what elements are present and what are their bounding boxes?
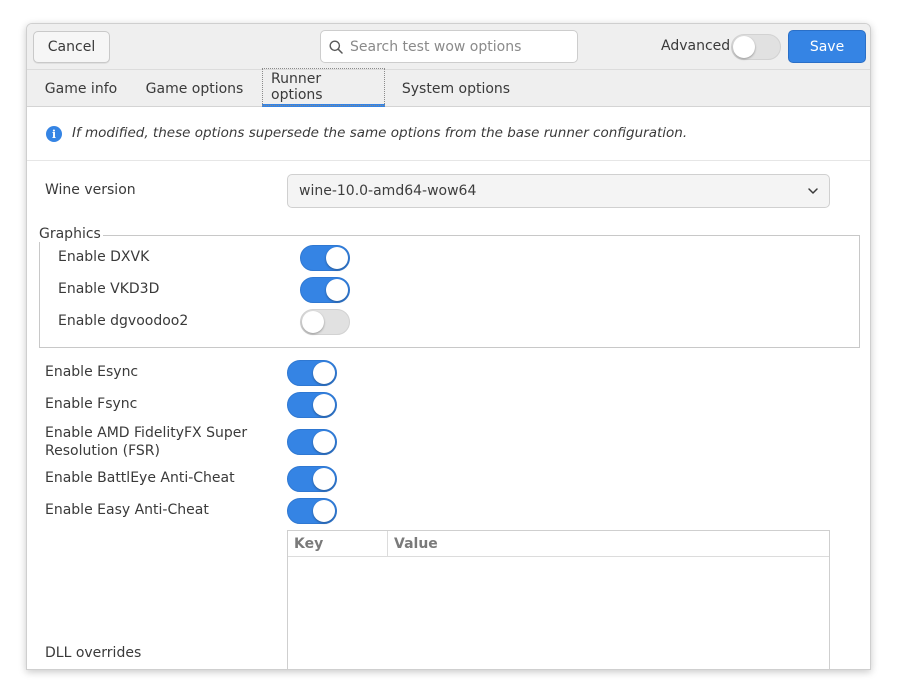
switch-knob — [313, 468, 335, 490]
switch-knob — [313, 362, 335, 384]
enable-dgvoodoo2-label: Enable dgvoodoo2 — [58, 313, 189, 329]
tab-label: Runner options — [262, 68, 385, 106]
enable-fsr-switch[interactable] — [287, 429, 337, 455]
switch-knob — [313, 500, 335, 522]
enable-easy-anticheat-switch[interactable] — [287, 498, 337, 524]
save-button[interactable]: Save — [788, 30, 866, 63]
tab-label: Game info — [44, 80, 118, 97]
switch-knob — [326, 279, 348, 301]
table-header: Key Value — [288, 531, 829, 557]
column-header-key[interactable]: Key — [288, 531, 388, 556]
tab-runner-options[interactable]: Runner options — [262, 68, 385, 107]
tab-label: Game options — [145, 80, 244, 97]
cancel-button[interactable]: Cancel — [33, 31, 110, 63]
wine-version-label: Wine version — [45, 182, 136, 198]
tab-system-options[interactable]: System options — [395, 70, 517, 107]
enable-esync-label: Enable Esync — [45, 364, 139, 380]
chevron-down-icon — [808, 188, 818, 194]
enable-dxvk-label: Enable DXVK — [58, 249, 150, 265]
switch-knob — [313, 394, 335, 416]
tab-label: System options — [401, 80, 511, 97]
enable-vkd3d-switch[interactable] — [300, 277, 350, 303]
enable-easy-anticheat-label: Enable Easy Anti-Cheat — [45, 502, 209, 518]
enable-battleye-label: Enable BattlEye Anti-Cheat — [45, 470, 235, 486]
search-icon — [329, 40, 343, 54]
enable-fsync-label: Enable Fsync — [45, 396, 138, 412]
enable-fsr-label: Enable AMD FidelityFX Super Resolution (… — [45, 425, 248, 459]
tab-game-info[interactable]: Game info — [37, 70, 125, 107]
advanced-label: Advanced — [661, 38, 731, 54]
enable-fsync-switch[interactable] — [287, 392, 337, 418]
header-bar: Cancel Advanced Save — [27, 24, 870, 70]
info-text: If modified, these options supersede the… — [72, 125, 688, 141]
enable-battleye-switch[interactable] — [287, 466, 337, 492]
column-header-value[interactable]: Value — [388, 531, 829, 556]
enable-dxvk-switch[interactable] — [300, 245, 350, 271]
enable-dgvoodoo2-switch[interactable] — [300, 309, 350, 335]
info-icon: i — [46, 126, 62, 142]
enable-vkd3d-label: Enable VKD3D — [58, 281, 160, 297]
wine-version-dropdown[interactable]: wine-10.0-amd64-wow64 — [287, 174, 830, 208]
tab-game-options[interactable]: Game options — [137, 70, 252, 107]
graphics-frame — [39, 235, 860, 348]
search-box[interactable] — [320, 30, 578, 63]
search-input[interactable] — [350, 38, 570, 55]
graphics-title: Graphics — [39, 226, 103, 242]
switch-knob — [313, 431, 335, 453]
preferences-window: Cancel Advanced Save Game info Game opti… — [26, 23, 871, 670]
advanced-switch[interactable] — [731, 34, 781, 60]
runner-options-panel: i If modified, these options supersede t… — [27, 107, 870, 669]
info-banner: i If modified, these options supersede t… — [27, 107, 870, 161]
dll-overrides-table[interactable]: Key Value — [287, 530, 830, 669]
wine-version-value: wine-10.0-amd64-wow64 — [299, 183, 477, 199]
switch-knob — [302, 311, 324, 333]
tab-bar: Game info Game options Runner options Sy… — [27, 68, 870, 107]
switch-knob — [326, 247, 348, 269]
enable-esync-switch[interactable] — [287, 360, 337, 386]
switch-knob — [733, 36, 755, 58]
dll-overrides-label: DLL overrides — [45, 645, 142, 661]
